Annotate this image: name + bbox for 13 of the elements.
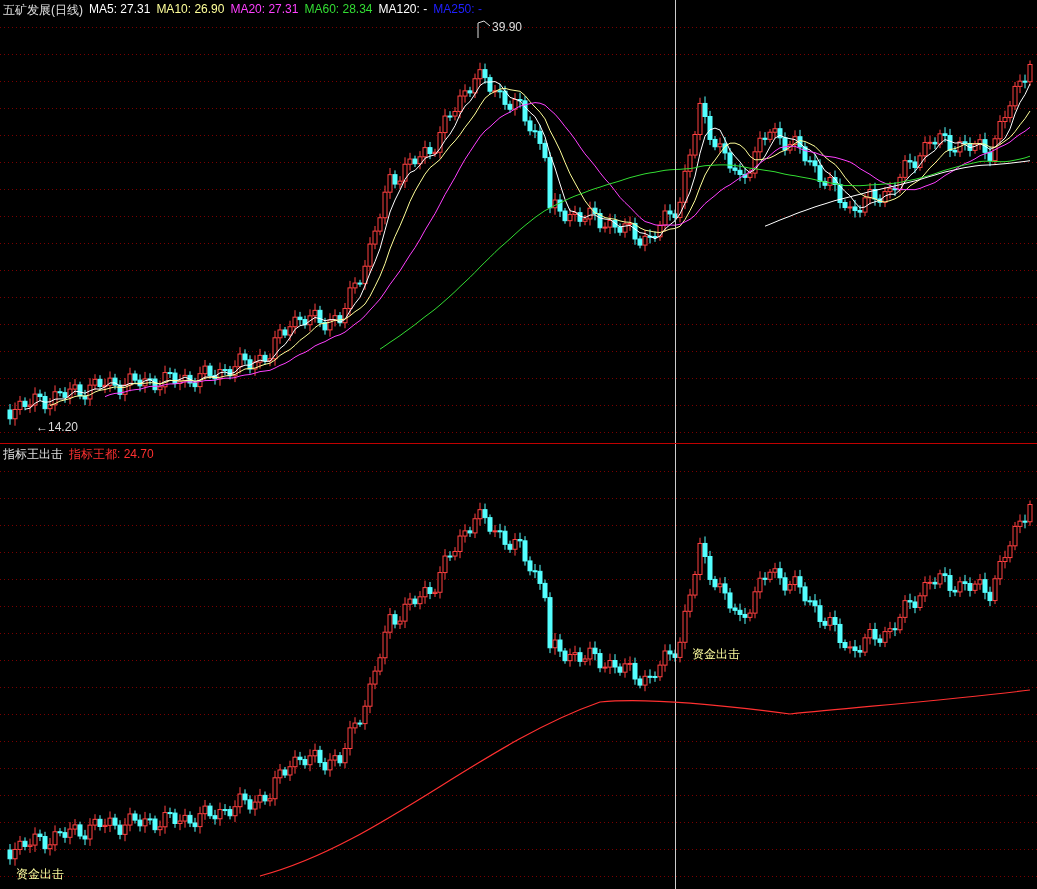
chart-title: 指标王出击 bbox=[3, 446, 63, 463]
indicator-legend: MA120: - bbox=[378, 2, 428, 19]
indicator-legend: MA20: 27.31 bbox=[230, 2, 299, 19]
indicator-legend: MA10: 26.90 bbox=[156, 2, 225, 19]
indicator-legend: MA250: - bbox=[433, 2, 482, 19]
signal-label: 资金出击 bbox=[692, 646, 740, 663]
chart-title: 五矿发展(日线) bbox=[3, 2, 83, 19]
high-price-label: 39.90 bbox=[492, 20, 523, 34]
indicator-legend: 指标王都: 24.70 bbox=[69, 446, 154, 463]
low-price-label: ←14.20 bbox=[36, 420, 79, 434]
signal-label: 资金出击 bbox=[16, 866, 64, 883]
indicator-legend: MA60: 28.34 bbox=[304, 2, 373, 19]
indicator-legend: MA5: 27.31 bbox=[89, 2, 151, 19]
